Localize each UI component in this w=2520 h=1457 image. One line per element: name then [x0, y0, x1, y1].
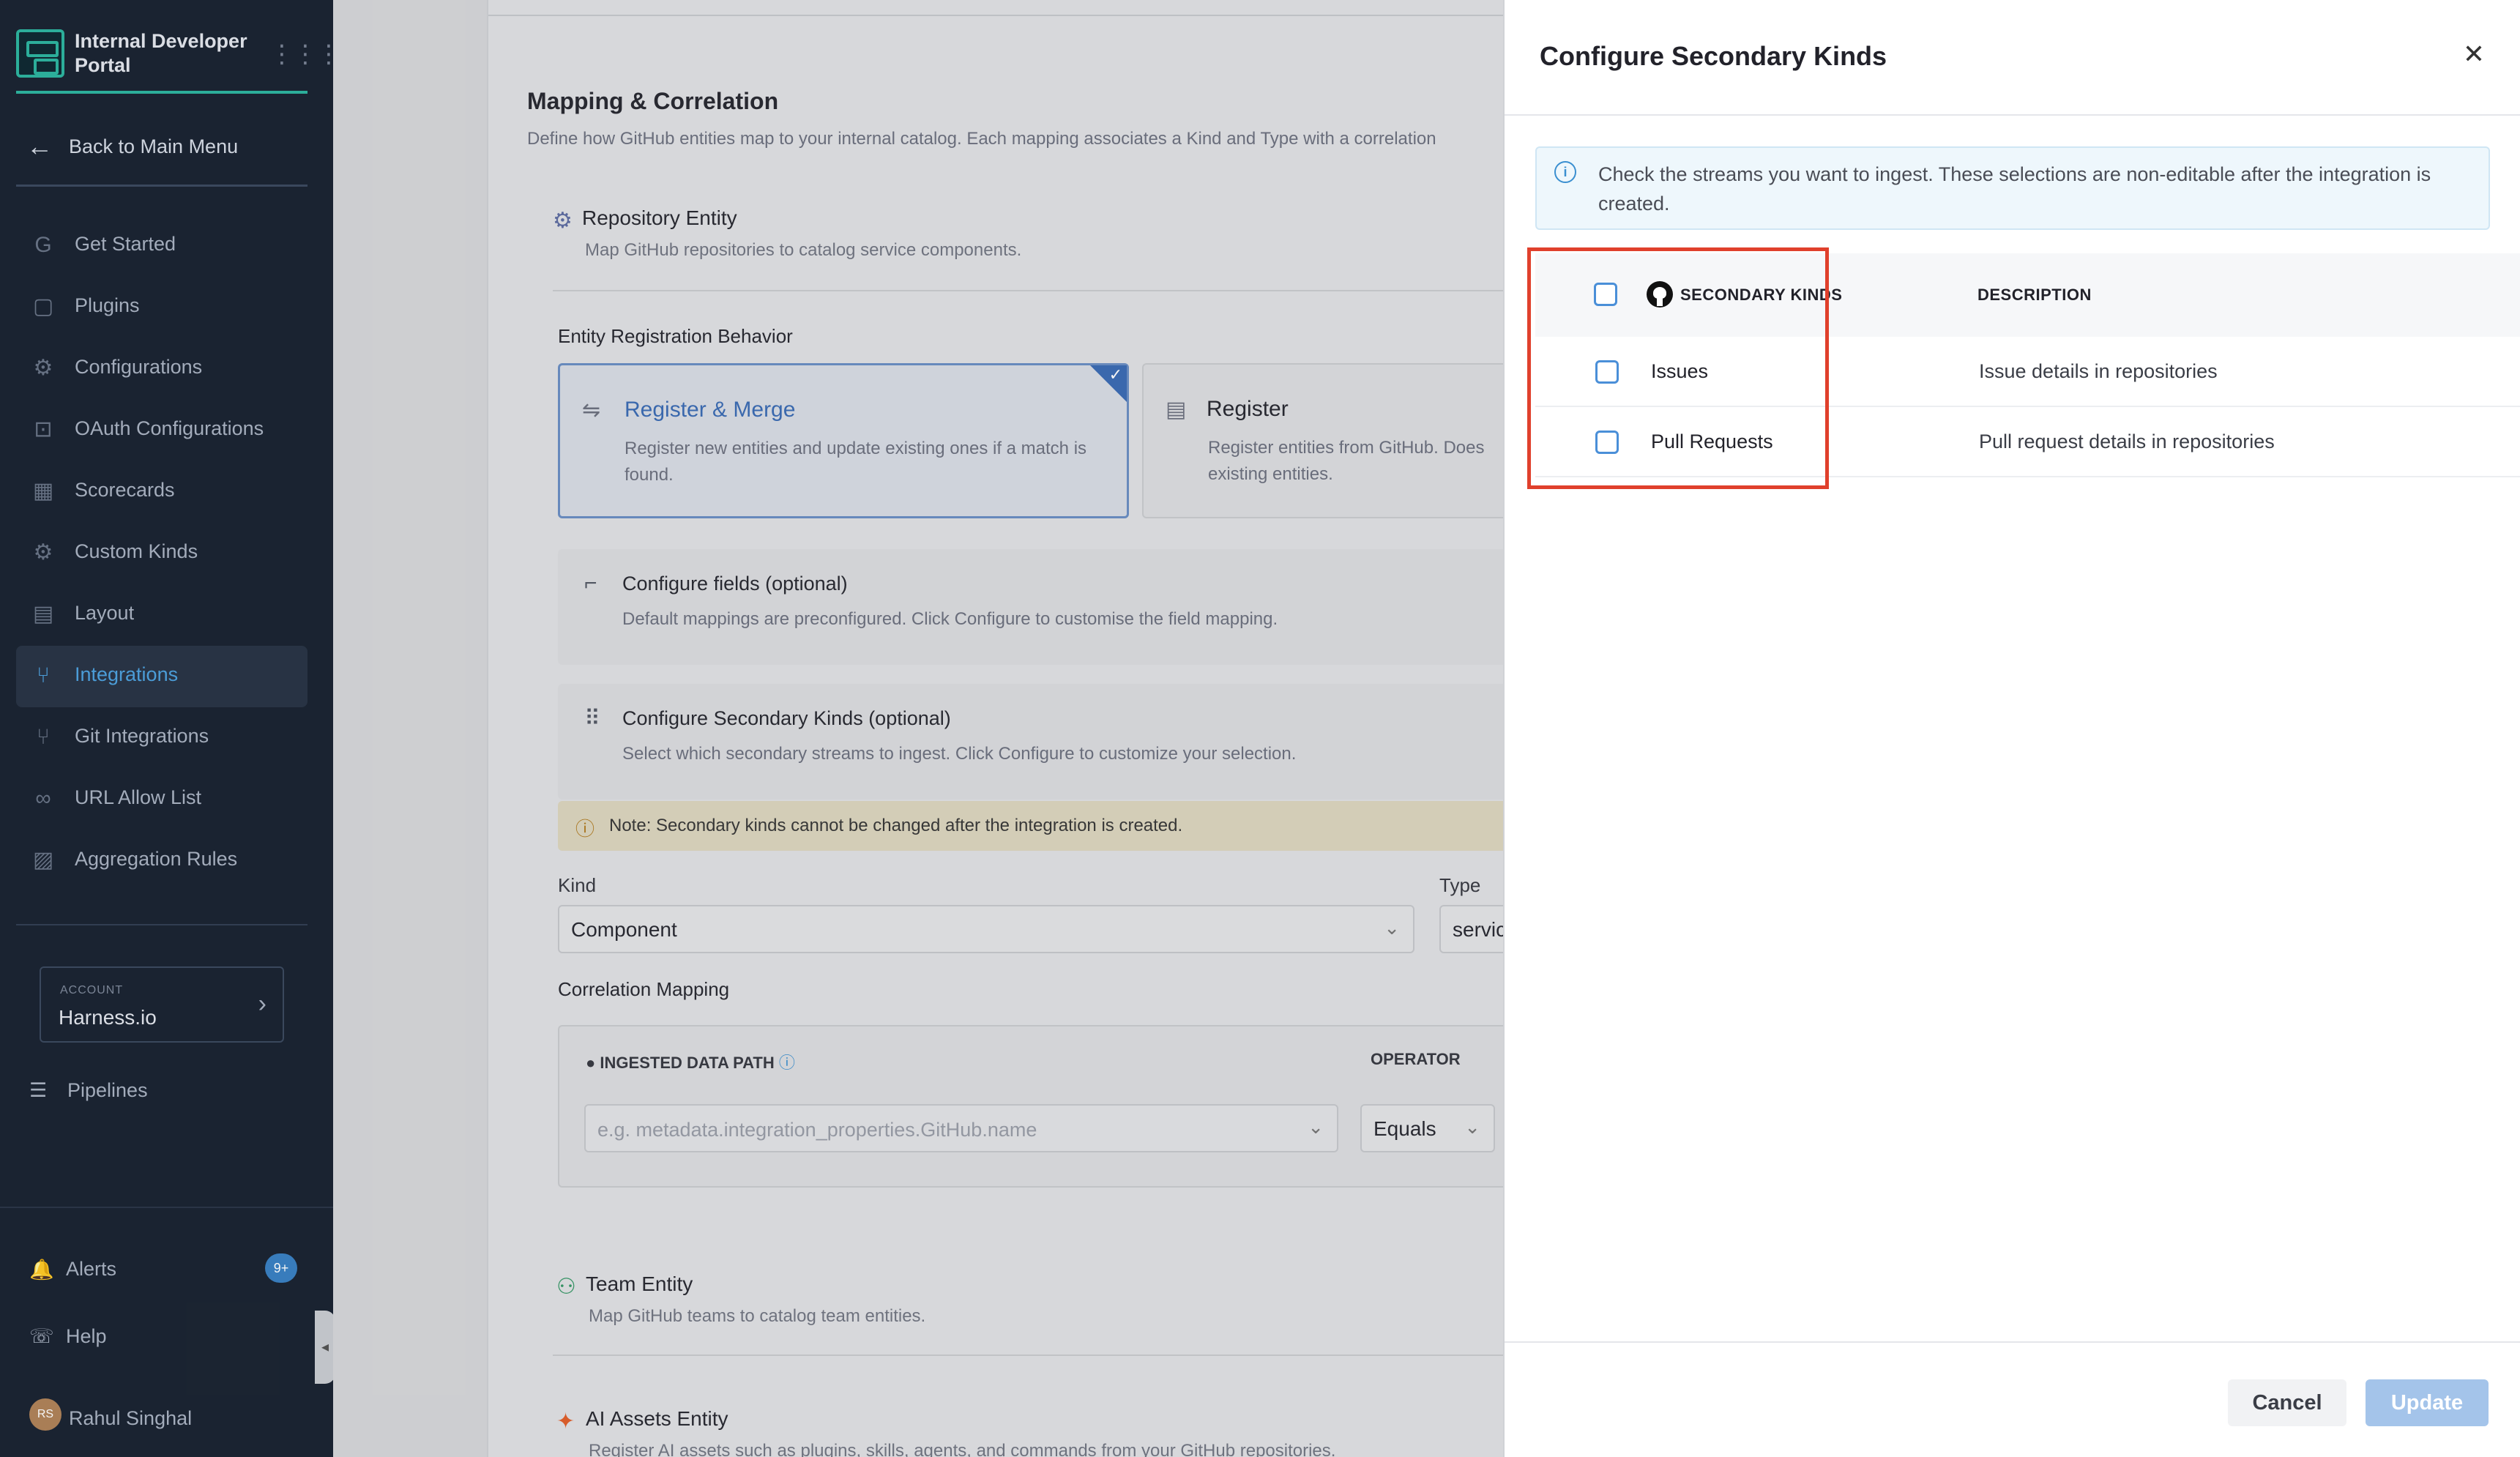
close-icon[interactable]: ✕	[2463, 40, 2485, 69]
row-description: Pull request details in repositories	[1979, 431, 2275, 452]
info-icon: i	[1554, 161, 1576, 183]
update-button[interactable]: Update	[2366, 1379, 2489, 1426]
configure-secondary-kinds-drawer: Configure Secondary Kinds ✕ i Check the …	[1503, 0, 2520, 1457]
info-banner: i Check the streams you want to ingest. …	[1535, 146, 2490, 230]
info-text: Check the streams you want to ingest. Th…	[1598, 163, 2431, 215]
row-description: Issue details in repositories	[1979, 360, 2218, 382]
modal-overlay[interactable]	[0, 0, 1505, 1457]
drawer-title: Configure Secondary Kinds	[1540, 41, 1887, 71]
drawer-header: Configure Secondary Kinds ✕	[1505, 0, 2520, 116]
cancel-button[interactable]: Cancel	[2228, 1379, 2346, 1426]
drawer-footer: Cancel Update	[1505, 1341, 2520, 1457]
col-description: DESCRIPTION	[1977, 286, 2092, 304]
highlight-box	[1527, 247, 1829, 489]
